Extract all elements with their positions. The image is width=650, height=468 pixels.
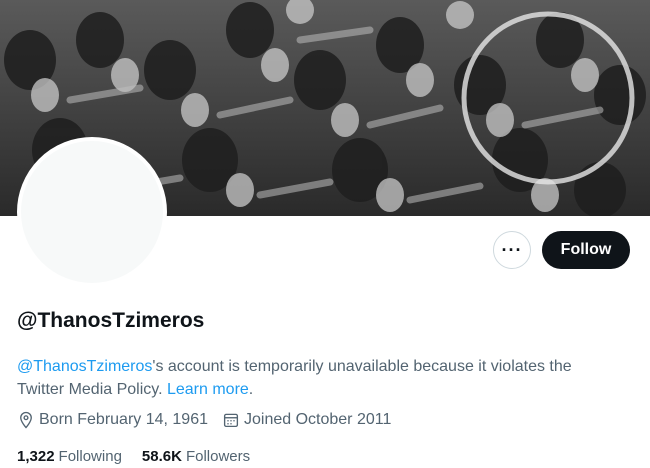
location-pin-icon bbox=[20, 411, 32, 429]
birthdate-text: Born February 14, 1961 bbox=[39, 411, 208, 428]
following-count: 1,322 bbox=[17, 448, 55, 465]
learn-more-link[interactable]: Learn more bbox=[167, 381, 249, 398]
notice-handle-link[interactable]: @ThanosTzimeros bbox=[17, 358, 152, 375]
profile-stats: 1,322 Following 58.6K Followers bbox=[17, 448, 270, 465]
account-unavailable-notice: @ThanosTzimeros's account is temporarily… bbox=[17, 355, 617, 401]
profile-avatar[interactable] bbox=[17, 137, 167, 287]
following-label: Following bbox=[58, 448, 122, 465]
profile-meta: Born February 14, 1961 Joined October 20… bbox=[17, 411, 405, 429]
follow-button[interactable]: Follow bbox=[542, 231, 630, 269]
calendar-icon bbox=[223, 413, 239, 428]
more-icon: ··· bbox=[501, 240, 523, 260]
profile-handle: @ThanosTzimeros bbox=[17, 309, 205, 332]
follow-button-label: Follow bbox=[560, 241, 612, 258]
following-link[interactable]: 1,322 Following bbox=[17, 448, 122, 465]
followers-label: Followers bbox=[185, 448, 251, 465]
notice-end: . bbox=[248, 381, 254, 398]
followers-count: 58.6K bbox=[141, 448, 182, 465]
join-date: Joined October 2011 bbox=[222, 411, 391, 429]
birthdate: Born February 14, 1961 bbox=[17, 411, 208, 429]
followers-link[interactable]: 58.6K Followers bbox=[142, 448, 250, 465]
join-date-text: Joined October 2011 bbox=[244, 411, 392, 428]
more-options-button[interactable]: ··· bbox=[493, 231, 531, 269]
